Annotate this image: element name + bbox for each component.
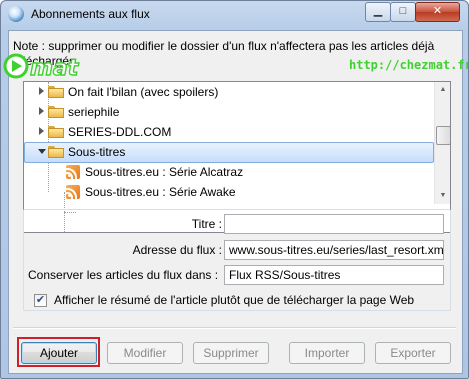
scroll-down-icon[interactable]: ▼: [435, 188, 450, 204]
tree-item-label: Sous-titres.eu : Série Alcatraz: [85, 165, 244, 179]
tree-item-sous-titres[interactable]: Sous-titres: [24, 142, 434, 163]
tree-item-label: Sous-titres.eu : Série Awake: [85, 185, 236, 199]
tree-item-feed-awake[interactable]: Sous-titres.eu : Série Awake: [24, 182, 434, 202]
folder-icon: [48, 106, 64, 118]
expand-arrow-icon[interactable]: [39, 87, 44, 95]
tree-scrollbar[interactable]: ▲ ▼: [434, 82, 450, 204]
dialog-body: Note : supprimer ou modifier le dossier …: [3, 30, 468, 374]
tree-item-label: On fait l'bilan (avec spoilers): [68, 85, 219, 99]
watermark-logo: mat: [3, 53, 80, 81]
tree-item-feed-alcatraz[interactable]: Sous-titres.eu : Série Alcatraz: [24, 162, 434, 182]
scroll-up-icon[interactable]: ▲: [435, 82, 450, 98]
feed-subscriptions-window: Abonnements aux flux ▁ □ ✕ Note : suppri…: [0, 0, 469, 379]
rss-feed-icon: [66, 185, 80, 199]
tree-item-label: seriephile: [68, 105, 120, 119]
window-title: Abonnements aux flux: [31, 7, 150, 21]
show-summary-checkbox[interactable]: ✔: [34, 294, 47, 307]
feed-url-field[interactable]: www.sous-titres.eu/series/last_resort.xm…: [224, 240, 444, 260]
folder-icon: [48, 126, 64, 138]
export-button[interactable]: Exporter: [375, 342, 451, 364]
tree-item-label: Sous-titres: [68, 145, 126, 159]
import-button[interactable]: Importer: [289, 342, 365, 364]
watermark-logo-text: mat: [30, 56, 80, 81]
add-button[interactable]: Ajouter: [21, 342, 97, 364]
tree-item-on-fait-lbilan[interactable]: On fait l'bilan (avec spoilers): [24, 82, 434, 102]
tree-item-label: SERIES-DDL.COM: [68, 125, 172, 139]
close-button[interactable]: ✕: [415, 2, 460, 22]
watermark-url: http://chezmat.fr: [349, 58, 469, 72]
feed-properties-group: Titre : Adresse du flux : www.sous-titre…: [23, 209, 451, 311]
rss-feed-icon: [66, 165, 80, 179]
maximize-button[interactable]: □: [390, 2, 416, 22]
title-field-label: Titre :: [191, 217, 222, 231]
expand-arrow-icon[interactable]: [39, 127, 44, 135]
collapse-arrow-icon[interactable]: [38, 149, 46, 154]
tree-item-series-ddl[interactable]: SERIES-DDL.COM: [24, 122, 434, 142]
folder-field[interactable]: Flux RSS/Sous-titres: [224, 265, 444, 285]
folder-field-label: Conserver les articles du flux dans :: [28, 268, 219, 282]
edit-button[interactable]: Modifier: [107, 342, 183, 364]
folder-open-icon: [48, 146, 64, 158]
title-bar[interactable]: Abonnements aux flux ▁ □ ✕: [1, 1, 468, 27]
expand-arrow-icon[interactable]: [39, 107, 44, 115]
separator: [13, 327, 456, 329]
minimize-button[interactable]: ▁: [365, 2, 391, 22]
tree-item-seriephile[interactable]: seriephile: [24, 102, 434, 122]
feed-url-label: Adresse du flux :: [132, 243, 222, 257]
scroll-thumb[interactable]: [436, 126, 450, 145]
app-icon: [8, 6, 24, 22]
folder-icon: [48, 86, 64, 98]
show-summary-label[interactable]: Afficher le résumé de l'article plutôt q…: [54, 293, 414, 307]
delete-button[interactable]: Supprimer: [193, 342, 269, 364]
title-field[interactable]: [224, 214, 444, 234]
